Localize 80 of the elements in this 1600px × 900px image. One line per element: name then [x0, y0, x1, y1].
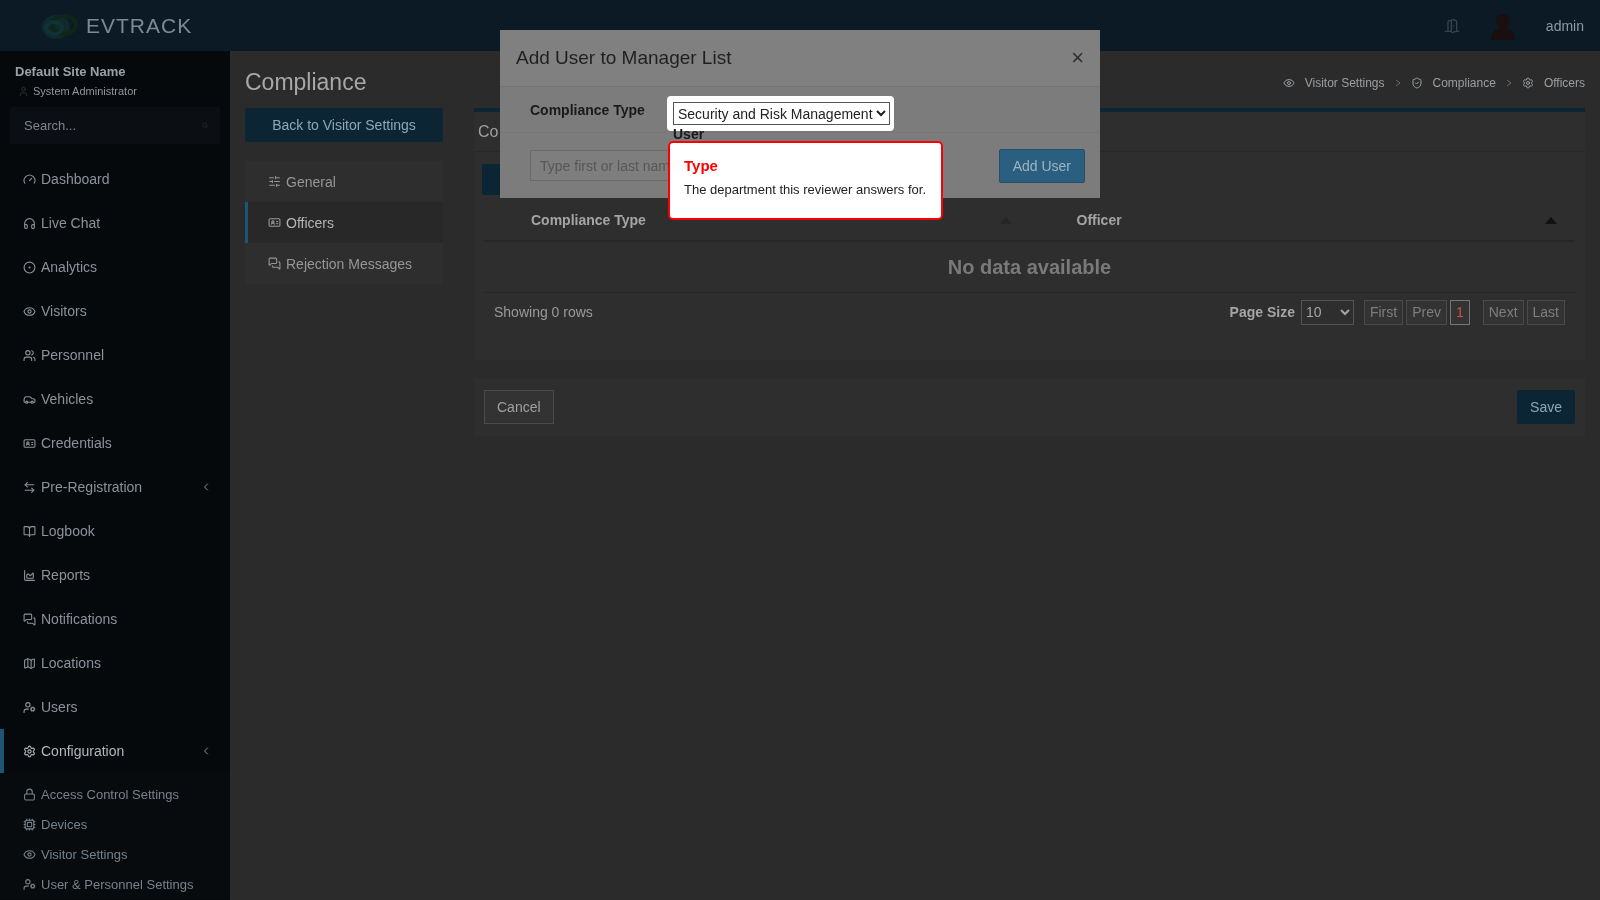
nav-item[interactable]: Personnel [0, 333, 230, 377]
breadcrumb-link[interactable]: Compliance [1432, 75, 1496, 90]
sort-icon [1545, 216, 1557, 224]
user-role: System Administrator [33, 85, 137, 97]
pager-button[interactable]: Prev [1406, 299, 1447, 325]
breadcrumb-link[interactable]: Visitor Settings [1304, 75, 1385, 90]
nav-subitem[interactable]: Access Control Settings [0, 779, 230, 809]
user-gear-icon [23, 877, 36, 891]
chip-icon [23, 817, 36, 831]
dialog-title: Add User to Manager List [516, 47, 732, 69]
settings-icon [1521, 76, 1534, 89]
nav-item[interactable]: Pre-Registration [0, 465, 230, 509]
nav-item[interactable]: Credentials [0, 421, 230, 465]
eye-icon [1282, 76, 1295, 89]
tooltip-text: The department this reviewer answers for. [684, 182, 927, 197]
user-gear-icon [23, 700, 36, 714]
pager-button[interactable]: First [1363, 299, 1404, 325]
chat-icon [268, 257, 281, 270]
pager-button[interactable]: Last [1526, 299, 1565, 325]
nav-subitem[interactable]: User & Personnel Settings [0, 869, 230, 899]
nav-item[interactable]: Reports [0, 553, 230, 597]
nav-item[interactable]: Logbook [0, 509, 230, 553]
search-input[interactable]: Search... [22, 117, 202, 134]
settings-tab[interactable]: General [245, 161, 443, 202]
breadcrumb-link[interactable]: Officers [1543, 75, 1585, 90]
id-card-icon [268, 216, 281, 229]
pager-button[interactable]: Next [1482, 299, 1524, 325]
nav-item[interactable]: Notifications [0, 597, 230, 641]
column-header[interactable]: Officer [1029, 212, 1575, 228]
chat-icon [23, 612, 36, 626]
close-button[interactable]: × [1071, 45, 1084, 71]
save-button[interactable]: Save [1517, 390, 1575, 424]
lock-icon [23, 787, 36, 801]
eye-icon [23, 847, 36, 861]
headphones-icon [23, 216, 36, 230]
tooltip-title: Type [684, 157, 719, 174]
pager-button[interactable]: 1 [1449, 299, 1470, 325]
door-icon[interactable] [1443, 17, 1460, 34]
settings-tab[interactable]: Officers [245, 202, 443, 243]
nav-item[interactable]: Vehicles [0, 377, 230, 421]
nav-subitem[interactable]: Visitor Settings [0, 839, 230, 869]
cancel-button[interactable]: Cancel [484, 390, 554, 424]
compliance-type-select[interactable]: Security and Risk Management [673, 102, 890, 125]
row-count: Showing 0 rows [494, 304, 594, 320]
eye-icon [23, 304, 36, 318]
sliders-icon [268, 175, 281, 188]
back-button[interactable]: Back to Visitor Settings [245, 108, 443, 142]
map-icon [23, 656, 36, 670]
settings-tab[interactable]: Rejection Messages [245, 243, 443, 284]
site-name: Default Site Name [14, 63, 127, 79]
book-icon [23, 524, 36, 538]
nav-item[interactable]: Locations [0, 641, 230, 685]
target-icon [23, 260, 36, 274]
page-size-select[interactable]: 10 [1300, 299, 1354, 325]
field-label: User [673, 126, 705, 142]
search-field[interactable]: Search... [10, 107, 220, 144]
people-icon [23, 348, 36, 362]
breadcrumb-separator-icon [1394, 78, 1401, 87]
nav-item[interactable]: Dashboard [0, 157, 230, 201]
user-name[interactable]: admin [1545, 17, 1584, 34]
nav-item[interactable]: Users [0, 685, 230, 729]
nav-item[interactable]: Visitors [0, 289, 230, 333]
logo-text: EVTRACK [86, 13, 193, 38]
nav-subitem[interactable]: Devices [0, 809, 230, 839]
shield-icon [1410, 76, 1423, 89]
settings-icon [23, 744, 36, 758]
nav-item[interactable]: Live Chat [0, 201, 230, 245]
area-chart-icon [23, 568, 36, 582]
arrows-icon [23, 480, 36, 494]
page-title: Compliance [245, 69, 367, 96]
empty-message: No data available [484, 242, 1575, 293]
id-card-icon [23, 436, 36, 450]
column-header[interactable]: Compliance Type [484, 212, 1030, 228]
gauge-icon [23, 172, 36, 186]
add-user-button[interactable]: Add User [998, 148, 1085, 183]
user-icon [18, 85, 29, 97]
breadcrumb-separator-icon [1505, 78, 1512, 87]
nav-item[interactable]: Analytics [0, 245, 230, 289]
page-size-label: Page Size [1229, 304, 1295, 320]
field-label: Compliance Type [530, 101, 645, 118]
